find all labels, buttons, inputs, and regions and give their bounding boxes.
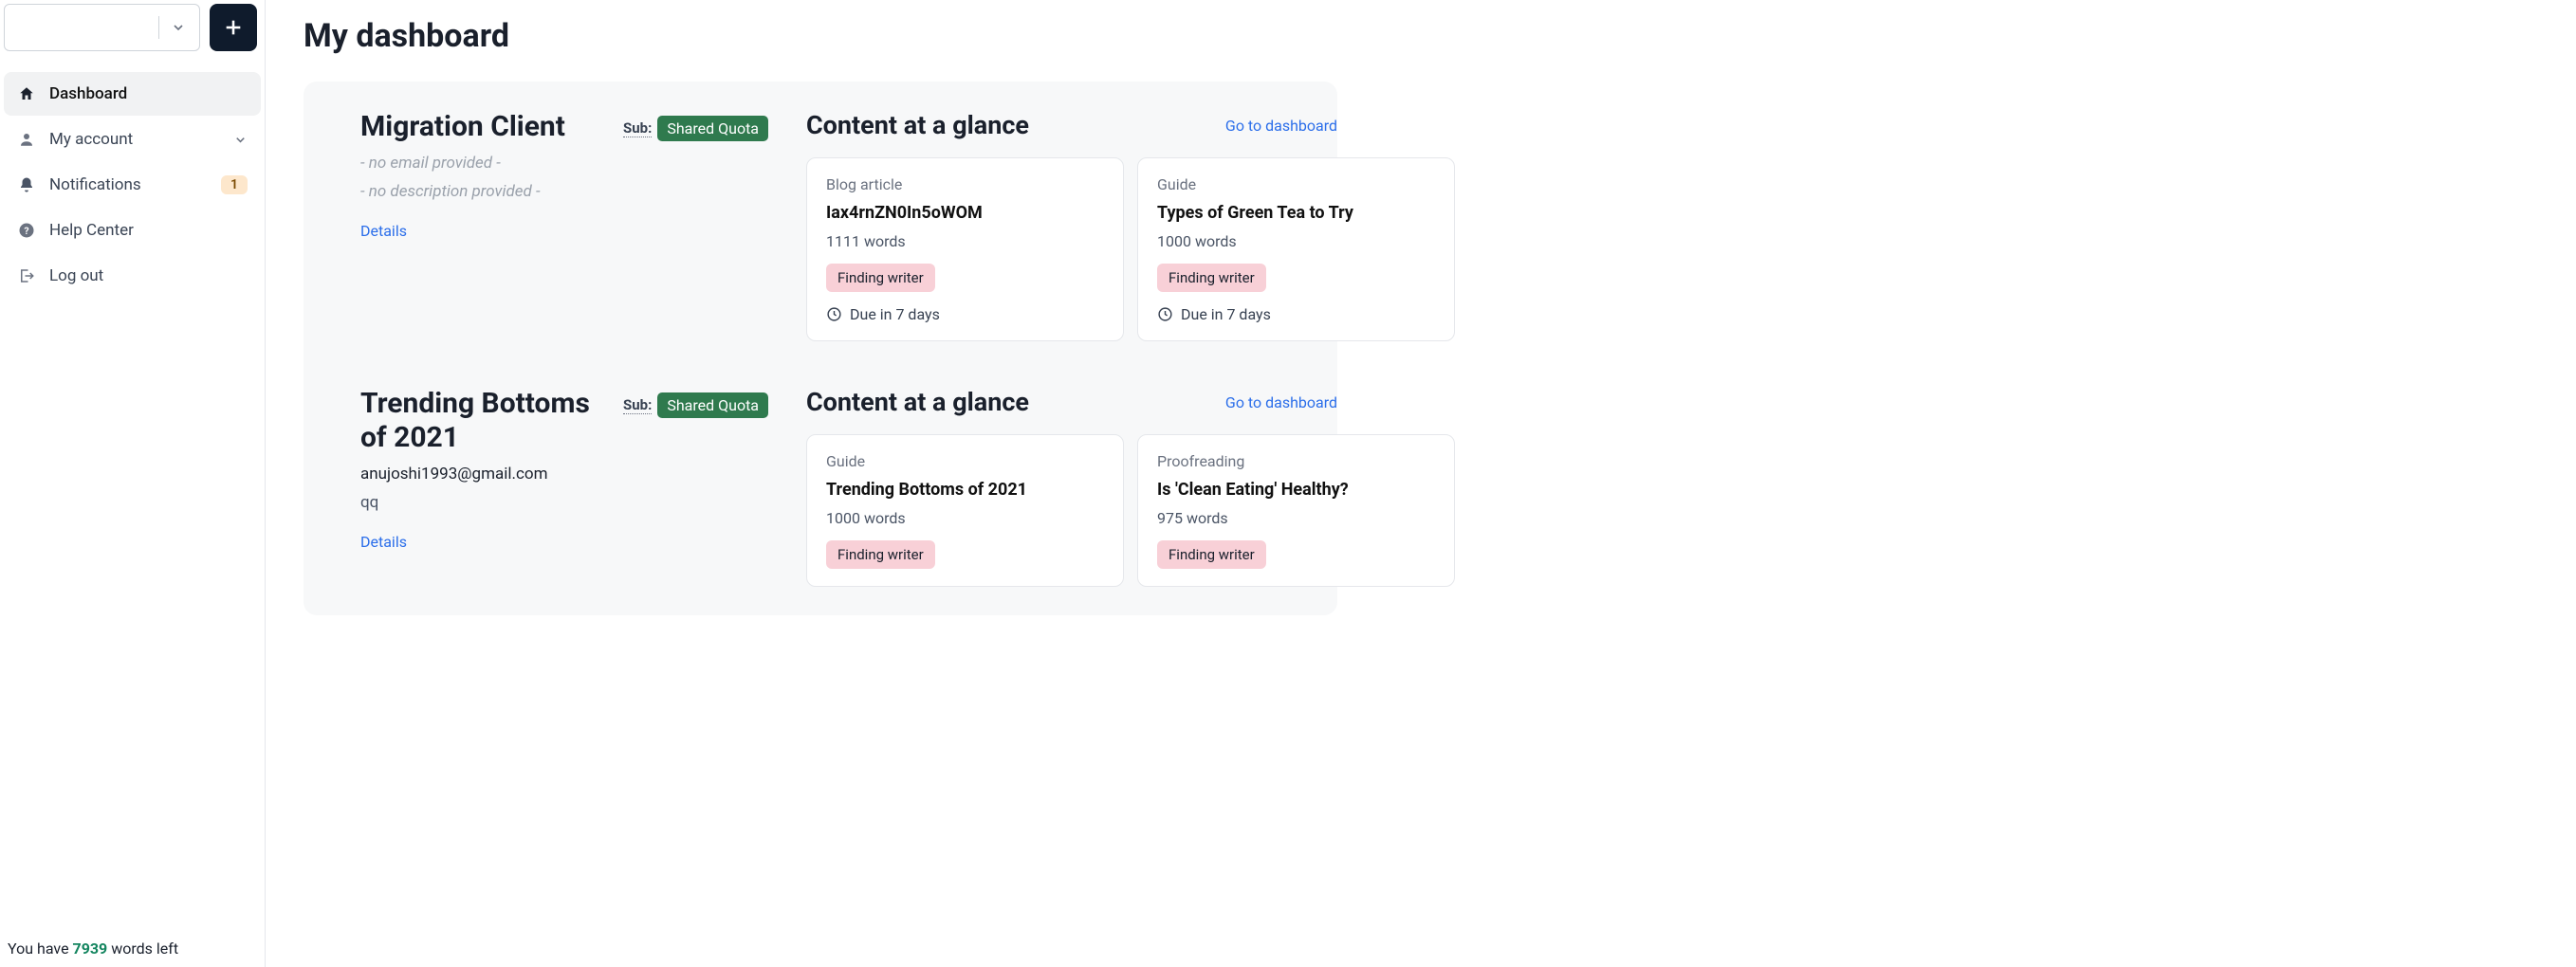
- due-row: Due in 7 days: [826, 305, 1104, 323]
- details-link[interactable]: Details: [360, 533, 407, 551]
- content-glance: Content at a glance Go to dashboard Blog…: [806, 110, 1337, 341]
- card-title: Is 'Clean Eating' Healthy?: [1157, 480, 1435, 500]
- client-row: Trending Bottoms of 2021 Sub: Shared Quo…: [360, 387, 1337, 587]
- client-name: Trending Bottoms of 2021: [360, 387, 610, 455]
- due-text: Due in 7 days: [850, 305, 940, 323]
- chevron-down-icon: [171, 20, 186, 35]
- due-row: Due in 7 days: [1157, 305, 1435, 323]
- logout-icon: [17, 267, 36, 284]
- status-badge: Finding writer: [826, 540, 935, 569]
- card-words: 1000 words: [1157, 232, 1435, 250]
- status-badge: Finding writer: [1157, 264, 1266, 292]
- card-type: Blog article: [826, 175, 1104, 193]
- content-glance: Content at a glance Go to dashboard Guid…: [806, 387, 1337, 587]
- content-card[interactable]: Proofreading Is 'Clean Eating' Healthy? …: [1137, 434, 1455, 587]
- sidebar-item-notifications[interactable]: Notifications 1: [4, 163, 261, 207]
- goto-dashboard-link[interactable]: Go to dashboard: [1225, 393, 1337, 411]
- notification-badge: 1: [221, 175, 248, 194]
- quota-badge: Shared Quota: [657, 116, 768, 141]
- card-words: 975 words: [1157, 509, 1435, 527]
- due-text: Due in 7 days: [1181, 305, 1271, 323]
- home-icon: [17, 85, 36, 102]
- subscription-wrap: Sub: Shared Quota: [623, 116, 768, 141]
- card-title: Iax4rnZN0In5oWOM: [826, 203, 1104, 223]
- goto-dashboard-link[interactable]: Go to dashboard: [1225, 117, 1337, 135]
- add-button[interactable]: [210, 4, 257, 51]
- details-link[interactable]: Details: [360, 222, 407, 240]
- content-card[interactable]: Blog article Iax4rnZN0In5oWOM 1111 words…: [806, 157, 1124, 341]
- sidebar-item-label: My account: [49, 130, 220, 149]
- clock-icon: [826, 306, 842, 322]
- page-title: My dashboard: [304, 17, 2576, 55]
- sidebar-item-help[interactable]: ? Help Center: [4, 209, 261, 252]
- quota-badge: Shared Quota: [657, 392, 768, 418]
- glance-title: Content at a glance: [806, 110, 1029, 140]
- client-description: - no description provided -: [360, 182, 768, 201]
- user-icon: [17, 131, 36, 148]
- clients-panel: Migration Client Sub: Shared Quota - no …: [304, 82, 1337, 615]
- sidebar-item-label: Dashboard: [49, 84, 248, 103]
- card-type: Proofreading: [1157, 452, 1435, 470]
- words-left-text: You have 7939 words left: [4, 940, 261, 963]
- card-type: Guide: [826, 452, 1104, 470]
- card-words: 1000 words: [826, 509, 1104, 527]
- status-badge: Finding writer: [1157, 540, 1266, 569]
- client-email: - no email provided -: [360, 154, 768, 173]
- clock-icon: [1157, 306, 1173, 322]
- sidebar-item-account[interactable]: My account: [4, 118, 261, 161]
- content-card[interactable]: Guide Types of Green Tea to Try 1000 wor…: [1137, 157, 1455, 341]
- sidebar: Dashboard My account Notifications 1: [0, 0, 266, 967]
- client-name: Migration Client: [360, 110, 565, 144]
- sidebar-item-label: Log out: [49, 266, 248, 285]
- glance-title: Content at a glance: [806, 387, 1029, 417]
- main-content: My dashboard Migration Client Sub: Share…: [266, 0, 2576, 967]
- card-type: Guide: [1157, 175, 1435, 193]
- content-card[interactable]: Guide Trending Bottoms of 2021 1000 word…: [806, 434, 1124, 587]
- sub-label: Sub:: [623, 119, 652, 137]
- plus-icon: [223, 17, 244, 38]
- sidebar-item-dashboard[interactable]: Dashboard: [4, 72, 261, 116]
- client-description: qq: [360, 493, 768, 512]
- client-info: Trending Bottoms of 2021 Sub: Shared Quo…: [360, 387, 768, 587]
- svg-text:?: ?: [24, 225, 28, 237]
- sidebar-top: [4, 4, 261, 63]
- sidebar-item-label: Notifications: [49, 175, 208, 194]
- card-words: 1111 words: [826, 232, 1104, 250]
- card-title: Trending Bottoms of 2021: [826, 480, 1104, 500]
- client-info: Migration Client Sub: Shared Quota - no …: [360, 110, 768, 341]
- status-badge: Finding writer: [826, 264, 935, 292]
- card-title: Types of Green Tea to Try: [1157, 203, 1435, 223]
- workspace-selector[interactable]: [4, 4, 200, 51]
- help-icon: ?: [17, 222, 36, 239]
- sidebar-item-label: Help Center: [49, 221, 248, 240]
- sidebar-item-logout[interactable]: Log out: [4, 254, 261, 298]
- client-email: anujoshi1993@gmail.com: [360, 465, 768, 484]
- nav-list: Dashboard My account Notifications 1: [4, 72, 261, 298]
- divider: [158, 16, 159, 39]
- chevron-down-icon: [233, 133, 248, 147]
- bell-icon: [17, 176, 36, 193]
- client-row: Migration Client Sub: Shared Quota - no …: [360, 110, 1337, 341]
- subscription-wrap: Sub: Shared Quota: [623, 392, 768, 418]
- sub-label: Sub:: [623, 396, 652, 414]
